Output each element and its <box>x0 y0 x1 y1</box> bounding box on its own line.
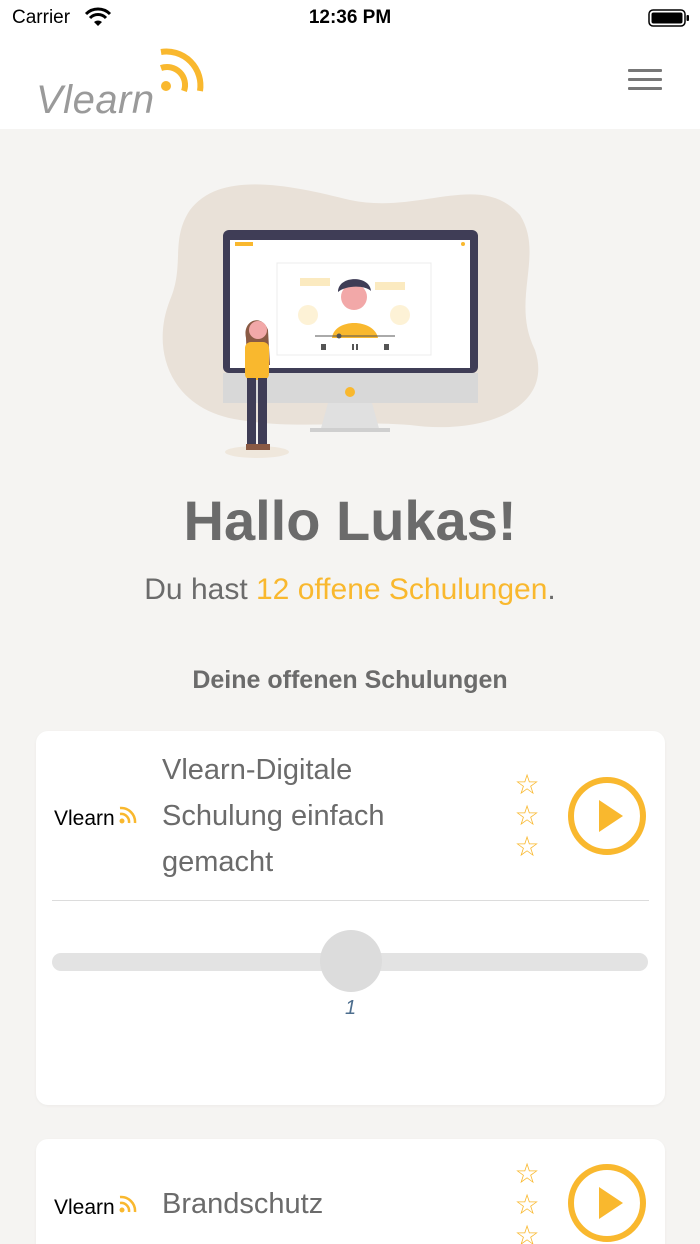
play-icon <box>599 800 623 832</box>
section-title: Deine offenen Schulungen <box>192 666 508 694</box>
summary-prefix: Du hast <box>144 573 256 606</box>
slider-value-label: 1 <box>344 997 357 1019</box>
star-outline-icon: ☆ <box>514 768 540 801</box>
hamburger-menu-icon[interactable] <box>628 69 662 95</box>
logo-wordmark: Vlearn <box>36 78 155 122</box>
star-outline-icon: ☆ <box>514 799 540 832</box>
clock: 12:36 PM <box>308 7 392 28</box>
course-title-line: Brandschutz <box>162 1188 324 1220</box>
play-button[interactable] <box>567 1163 647 1243</box>
course-title-line: gemacht <box>162 846 274 878</box>
play-icon <box>599 1187 623 1219</box>
star-outline-icon: ☆ <box>514 1157 540 1190</box>
course-card[interactable]: Vlearn Vlearn-Digitale Schulung einfach … <box>36 731 665 1105</box>
card-divider <box>52 900 649 901</box>
course-logo-wordmark: Vlearn <box>54 1196 115 1219</box>
course-title-line: Schulung einfach <box>162 800 385 832</box>
hero-illustration <box>162 184 539 458</box>
app-header: Vlearn <box>0 36 700 129</box>
course-title: Vlearn-Digitale Schulung einfach gemacht <box>162 747 385 885</box>
battery-icon <box>648 9 689 27</box>
star-rating: ☆ ☆ ☆ <box>512 769 542 862</box>
vlearn-logo[interactable]: Vlearn <box>36 44 206 124</box>
course-title-line: Vlearn-Digitale <box>162 754 353 786</box>
status-bar: Carrier 12:36 PM <box>0 0 700 36</box>
progress-slider-thumb[interactable] <box>320 930 382 992</box>
star-outline-icon: ☆ <box>514 1219 540 1244</box>
open-courses-summary: Du hast 12 offene Schulungen. <box>0 573 700 607</box>
star-outline-icon: ☆ <box>514 830 540 863</box>
course-title: Brandschutz <box>162 1181 323 1227</box>
greeting-title: Hallo Lukas! <box>183 489 517 552</box>
open-courses-count-link[interactable]: 12 offene Schulungen <box>256 573 547 606</box>
star-outline-icon: ☆ <box>514 1188 540 1221</box>
play-button[interactable] <box>567 776 647 856</box>
course-logo-wordmark: Vlearn <box>54 807 115 830</box>
course-logo: Vlearn <box>54 1192 144 1222</box>
star-rating: ☆ ☆ ☆ <box>512 1158 542 1244</box>
rss-signal-icon <box>159 48 204 93</box>
course-logo: Vlearn <box>54 803 144 833</box>
rss-signal-icon <box>119 1195 137 1213</box>
rss-signal-icon <box>119 806 137 824</box>
summary-suffix: . <box>547 573 556 606</box>
course-card[interactable]: Vlearn Brandschutz ☆ ☆ ☆ <box>36 1139 665 1244</box>
